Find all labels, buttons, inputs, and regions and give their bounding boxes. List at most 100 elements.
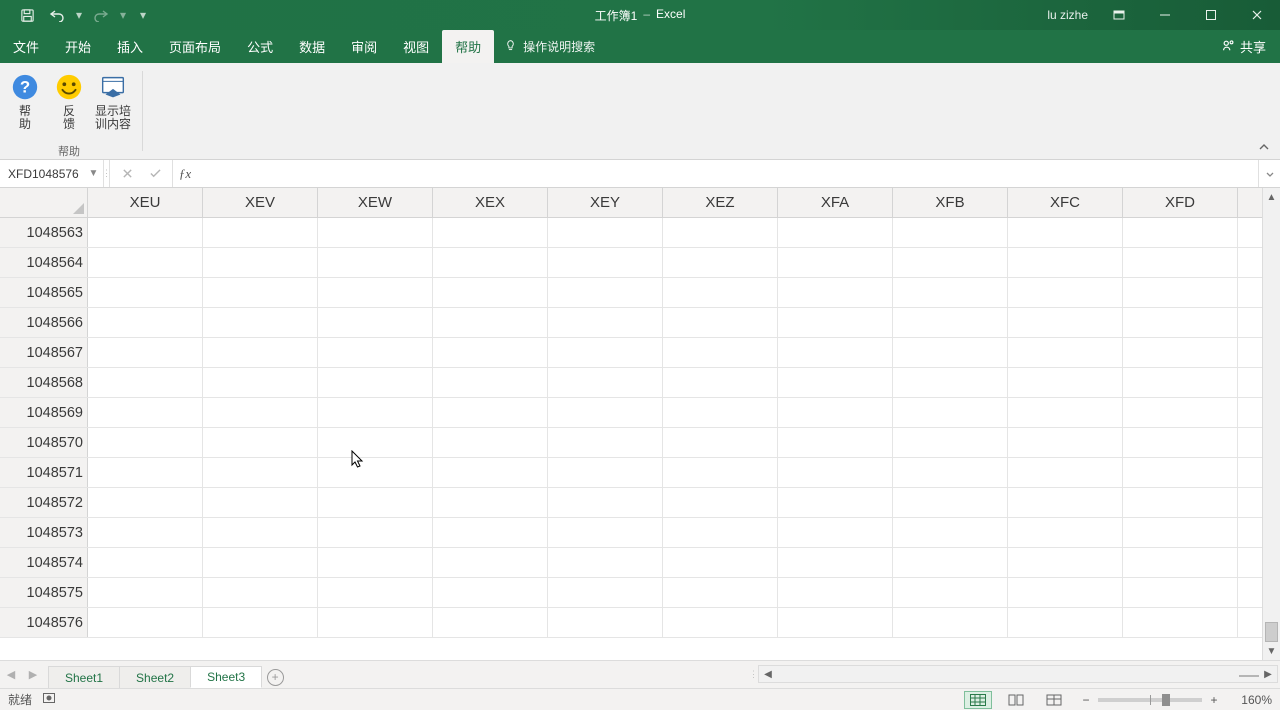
cell[interactable] [203,338,318,367]
view-normal-button[interactable] [964,691,992,709]
cell[interactable] [203,488,318,517]
cell[interactable] [433,428,548,457]
cell[interactable] [1123,308,1238,337]
cell[interactable] [318,488,433,517]
cell[interactable] [203,428,318,457]
tab-data[interactable]: 数据 [286,30,338,63]
share-button[interactable]: 共享 [1207,30,1280,63]
cell[interactable] [663,608,778,637]
cell[interactable] [778,518,893,547]
formula-input[interactable] [197,160,1258,187]
row-header[interactable]: 1048575 [0,578,88,607]
cell[interactable] [778,368,893,397]
cell[interactable] [203,458,318,487]
cell[interactable] [663,458,778,487]
row-header[interactable]: 1048565 [0,278,88,307]
cell[interactable] [1008,428,1123,457]
cell[interactable] [663,578,778,607]
row-header[interactable]: 1048572 [0,488,88,517]
cell[interactable] [433,488,548,517]
cell[interactable] [778,428,893,457]
view-page-break-button[interactable] [1040,691,1068,709]
cell[interactable] [88,308,203,337]
cell[interactable] [433,278,548,307]
cell[interactable] [663,278,778,307]
cell[interactable] [433,458,548,487]
cell[interactable] [318,278,433,307]
row-header[interactable]: 1048563 [0,218,88,247]
row-header[interactable]: 1048569 [0,398,88,427]
column-header[interactable]: XFB [893,188,1008,217]
row-header[interactable]: 1048576 [0,608,88,637]
undo-button[interactable] [44,4,70,26]
cell[interactable] [663,398,778,427]
tab-home[interactable]: 开始 [52,30,104,63]
cell[interactable] [893,308,1008,337]
column-header[interactable]: XEV [203,188,318,217]
row-header[interactable]: 1048566 [0,308,88,337]
qat-customize-icon[interactable]: ▾ [138,8,148,22]
cell[interactable] [88,488,203,517]
scroll-down-button[interactable]: ▼ [1263,642,1280,660]
cell[interactable] [548,338,663,367]
cell[interactable] [318,428,433,457]
cell[interactable] [893,278,1008,307]
cell[interactable] [318,578,433,607]
cell[interactable] [1123,518,1238,547]
cell[interactable] [88,428,203,457]
cell[interactable] [88,278,203,307]
scroll-left-button[interactable]: ◀ [759,669,777,680]
cell[interactable] [88,458,203,487]
view-page-layout-button[interactable] [1002,691,1030,709]
cell[interactable] [318,368,433,397]
cell[interactable] [433,248,548,277]
cell[interactable] [1123,488,1238,517]
cell[interactable] [893,368,1008,397]
cell[interactable] [893,608,1008,637]
column-header[interactable]: XEU [88,188,203,217]
cell[interactable] [548,578,663,607]
cell[interactable] [893,428,1008,457]
minimize-button[interactable] [1142,0,1188,30]
cell[interactable] [548,218,663,247]
zoom-percent[interactable]: 160% [1226,693,1272,707]
cell[interactable] [778,488,893,517]
zoom-in-button[interactable]: + [1206,693,1222,707]
cell[interactable] [893,488,1008,517]
cell[interactable] [778,308,893,337]
cell[interactable] [203,608,318,637]
row-header[interactable]: 1048564 [0,248,88,277]
column-header[interactable]: XEY [548,188,663,217]
column-header[interactable]: XFC [1008,188,1123,217]
cell[interactable] [1123,248,1238,277]
enter-formula-button[interactable] [144,164,166,184]
scroll-right-button[interactable]: ▶ [1259,669,1277,680]
cell[interactable] [203,548,318,577]
zoom-slider[interactable] [1098,698,1202,702]
fx-icon[interactable]: ƒx [173,160,197,187]
cell[interactable] [433,398,548,427]
column-header[interactable]: XFD [1123,188,1238,217]
cell[interactable] [548,428,663,457]
cell[interactable] [1123,548,1238,577]
cell[interactable] [88,368,203,397]
column-header[interactable]: XEX [433,188,548,217]
cell[interactable] [203,578,318,607]
row-header[interactable]: 1048570 [0,428,88,457]
column-header[interactable]: XEZ [663,188,778,217]
cell[interactable] [318,458,433,487]
cell[interactable] [433,608,548,637]
cell[interactable] [778,548,893,577]
cell[interactable] [778,218,893,247]
name-box-dropdown-icon[interactable]: ▼ [88,168,99,179]
cell[interactable] [548,488,663,517]
new-sheet-button[interactable]: + [261,666,289,688]
cell[interactable] [1008,548,1123,577]
row-header[interactable]: 1048574 [0,548,88,577]
row-header[interactable]: 1048571 [0,458,88,487]
cell[interactable] [663,308,778,337]
cell[interactable] [1008,248,1123,277]
cell[interactable] [1123,458,1238,487]
cell[interactable] [548,398,663,427]
cell[interactable] [893,398,1008,427]
